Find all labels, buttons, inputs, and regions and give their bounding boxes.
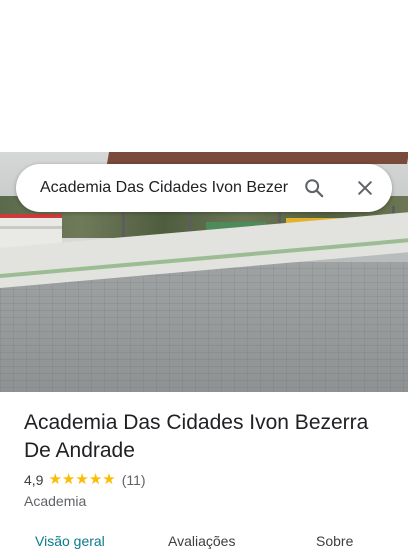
map-blank-area xyxy=(0,0,408,152)
place-title: Academia Das Cidades Ivon Bezerra De And… xyxy=(24,411,369,462)
place-category: Academia xyxy=(24,493,87,509)
review-count-link[interactable]: (11) xyxy=(122,472,146,488)
rating-row: 4,9 ★ ★ ★ ★ ★ (11) xyxy=(24,472,146,489)
search-bar[interactable]: Academia Das Cidades Ivon Bezerra xyxy=(16,164,392,212)
tab-overview[interactable]: Visão geral xyxy=(35,533,105,549)
search-button[interactable] xyxy=(298,172,330,204)
star-icon: ★ xyxy=(88,471,103,488)
star-icon: ★ xyxy=(48,471,62,488)
star-icon: ★ xyxy=(75,471,89,488)
tab-reviews[interactable]: Avaliações xyxy=(168,533,235,549)
photo-roof xyxy=(106,152,408,164)
tab-about[interactable]: Sobre xyxy=(316,533,353,549)
star-icon: ★ xyxy=(102,471,116,488)
star-rating: ★ ★ ★ ★ ★ xyxy=(48,472,115,488)
close-icon xyxy=(358,181,372,195)
search-input[interactable]: Academia Das Cidades Ivon Bezerra xyxy=(40,179,288,197)
close-button[interactable] xyxy=(349,172,381,204)
rating-value: 4,9 xyxy=(24,472,44,488)
search-icon xyxy=(305,179,324,198)
star-icon: ★ xyxy=(61,471,76,488)
place-tabs: Visão geral Avaliações Sobre xyxy=(0,530,408,550)
